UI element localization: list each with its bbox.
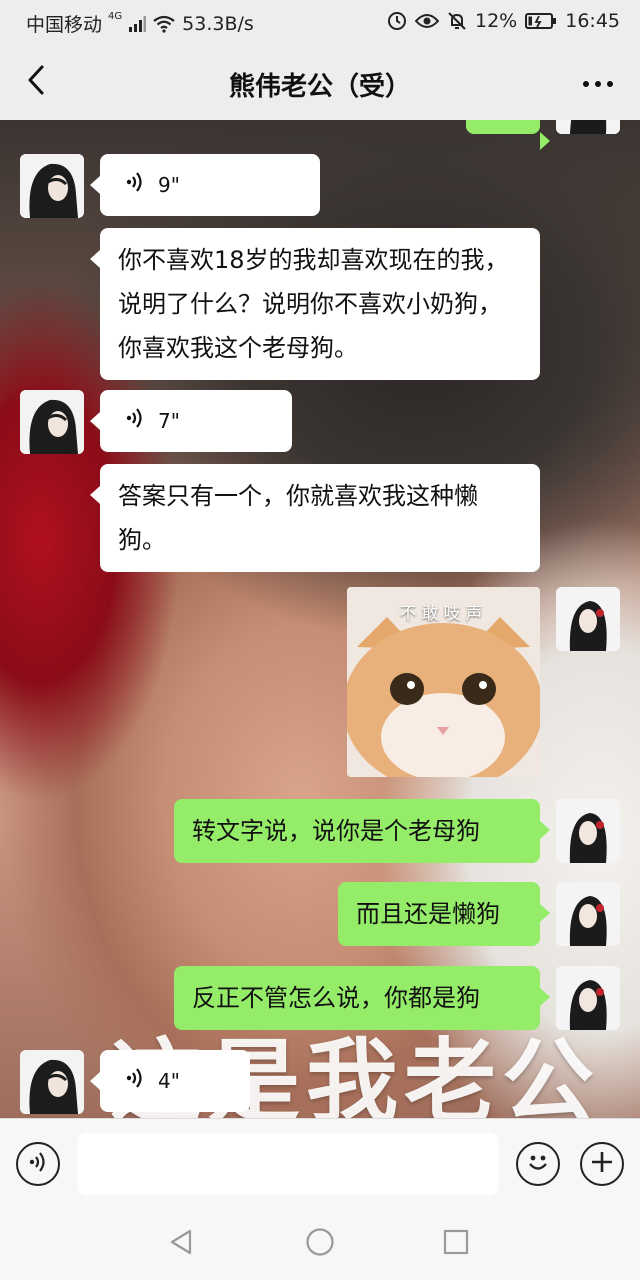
message-text: 转文字说，说你是个老母狗 [192, 817, 480, 845]
plus-icon [590, 1150, 614, 1178]
voice-message-bubble[interactable]: 7" [90, 390, 292, 452]
mute-icon [447, 11, 467, 31]
network-type-label: 4G [108, 11, 123, 22]
eye-icon [415, 13, 439, 29]
voice-wave-icon [126, 1059, 144, 1103]
recents-square-icon [442, 1228, 470, 1260]
text-message-bubble[interactable]: 答案只有一个，你就喜欢我这种懒狗。 [90, 464, 540, 572]
contact-avatar[interactable] [20, 1050, 84, 1114]
net-speed-label: 53.3B/s [182, 12, 254, 35]
my-avatar[interactable] [556, 587, 620, 651]
message-text: 你不喜欢18岁的我却喜欢现在的我，说明了什么？说明你不喜欢小奶狗，你喜欢我这个老… [118, 246, 509, 362]
text-message-bubble[interactable]: 转文字说，说你是个老母狗 [174, 799, 550, 863]
voice-duration: 7" [158, 409, 180, 433]
battery-icon [525, 12, 557, 30]
text-message-bubble[interactable]: 而且还是懒狗 [338, 882, 550, 946]
chat-title: 熊伟老公（受） [228, 72, 411, 102]
battery-percent: 12% [475, 10, 518, 32]
input-bar [0, 1118, 640, 1208]
clock-time: 16:45 [565, 10, 620, 32]
emoji-icon [523, 1147, 553, 1181]
voice-input-icon [29, 1151, 47, 1177]
message-text: 反正不管怎么说，你都是狗 [192, 984, 480, 1012]
voice-wave-icon [126, 399, 144, 443]
my-avatar[interactable] [556, 882, 620, 946]
chat-area[interactable]: 这是我老公 9" 你不喜欢18岁的我却喜欢现在的我，说明了什么？说明你不喜欢小奶… [0, 120, 640, 1118]
system-home-button[interactable] [304, 1228, 336, 1260]
more-functions-button[interactable] [580, 1142, 624, 1186]
wifi-icon [152, 15, 176, 33]
my-avatar[interactable] [556, 799, 620, 863]
previous-message-bubble[interactable] [466, 120, 550, 150]
contact-avatar[interactable] [20, 390, 84, 454]
back-triangle-icon [168, 1228, 196, 1260]
sticker-caption: 不敢吱声 [399, 604, 488, 624]
system-recents-button[interactable] [440, 1228, 472, 1260]
more-dots-icon [582, 73, 614, 92]
text-message-bubble[interactable]: 你不喜欢18岁的我却喜欢现在的我，说明了什么？说明你不喜欢小奶狗，你喜欢我这个老… [90, 228, 540, 380]
status-bar: 中国移动 4G 53.3B/s 12% 16:45 [0, 0, 640, 44]
voice-duration: 4" [158, 1069, 180, 1093]
voice-duration: 9" [158, 173, 180, 197]
voice-wave-icon [126, 163, 144, 207]
voice-message-bubble[interactable]: 4" [90, 1050, 250, 1112]
system-back-button[interactable] [166, 1228, 198, 1260]
home-circle-icon [305, 1227, 335, 1261]
cat-sticker-image[interactable]: 不敢吱声 [347, 587, 540, 777]
voice-input-button[interactable] [16, 1142, 60, 1186]
chat-header: 熊伟老公（受） [0, 44, 640, 120]
message-text: 而且还是懒狗 [356, 900, 500, 928]
emoji-button[interactable] [516, 1142, 560, 1186]
my-avatar[interactable] [556, 966, 620, 1030]
my-avatar[interactable] [556, 120, 620, 134]
voice-message-bubble[interactable]: 9" [90, 154, 320, 216]
carrier-label: 中国移动 [26, 14, 103, 36]
more-options-button[interactable] [578, 66, 618, 98]
text-message-bubble[interactable]: 反正不管怎么说，你都是狗 [174, 966, 550, 1030]
signal-icon [128, 15, 147, 32]
alarm-icon [387, 11, 407, 31]
message-text: 答案只有一个，你就喜欢我这种懒狗。 [118, 482, 478, 554]
system-navigation-bar [0, 1208, 640, 1280]
message-input[interactable] [78, 1133, 498, 1195]
contact-avatar[interactable] [20, 154, 84, 218]
